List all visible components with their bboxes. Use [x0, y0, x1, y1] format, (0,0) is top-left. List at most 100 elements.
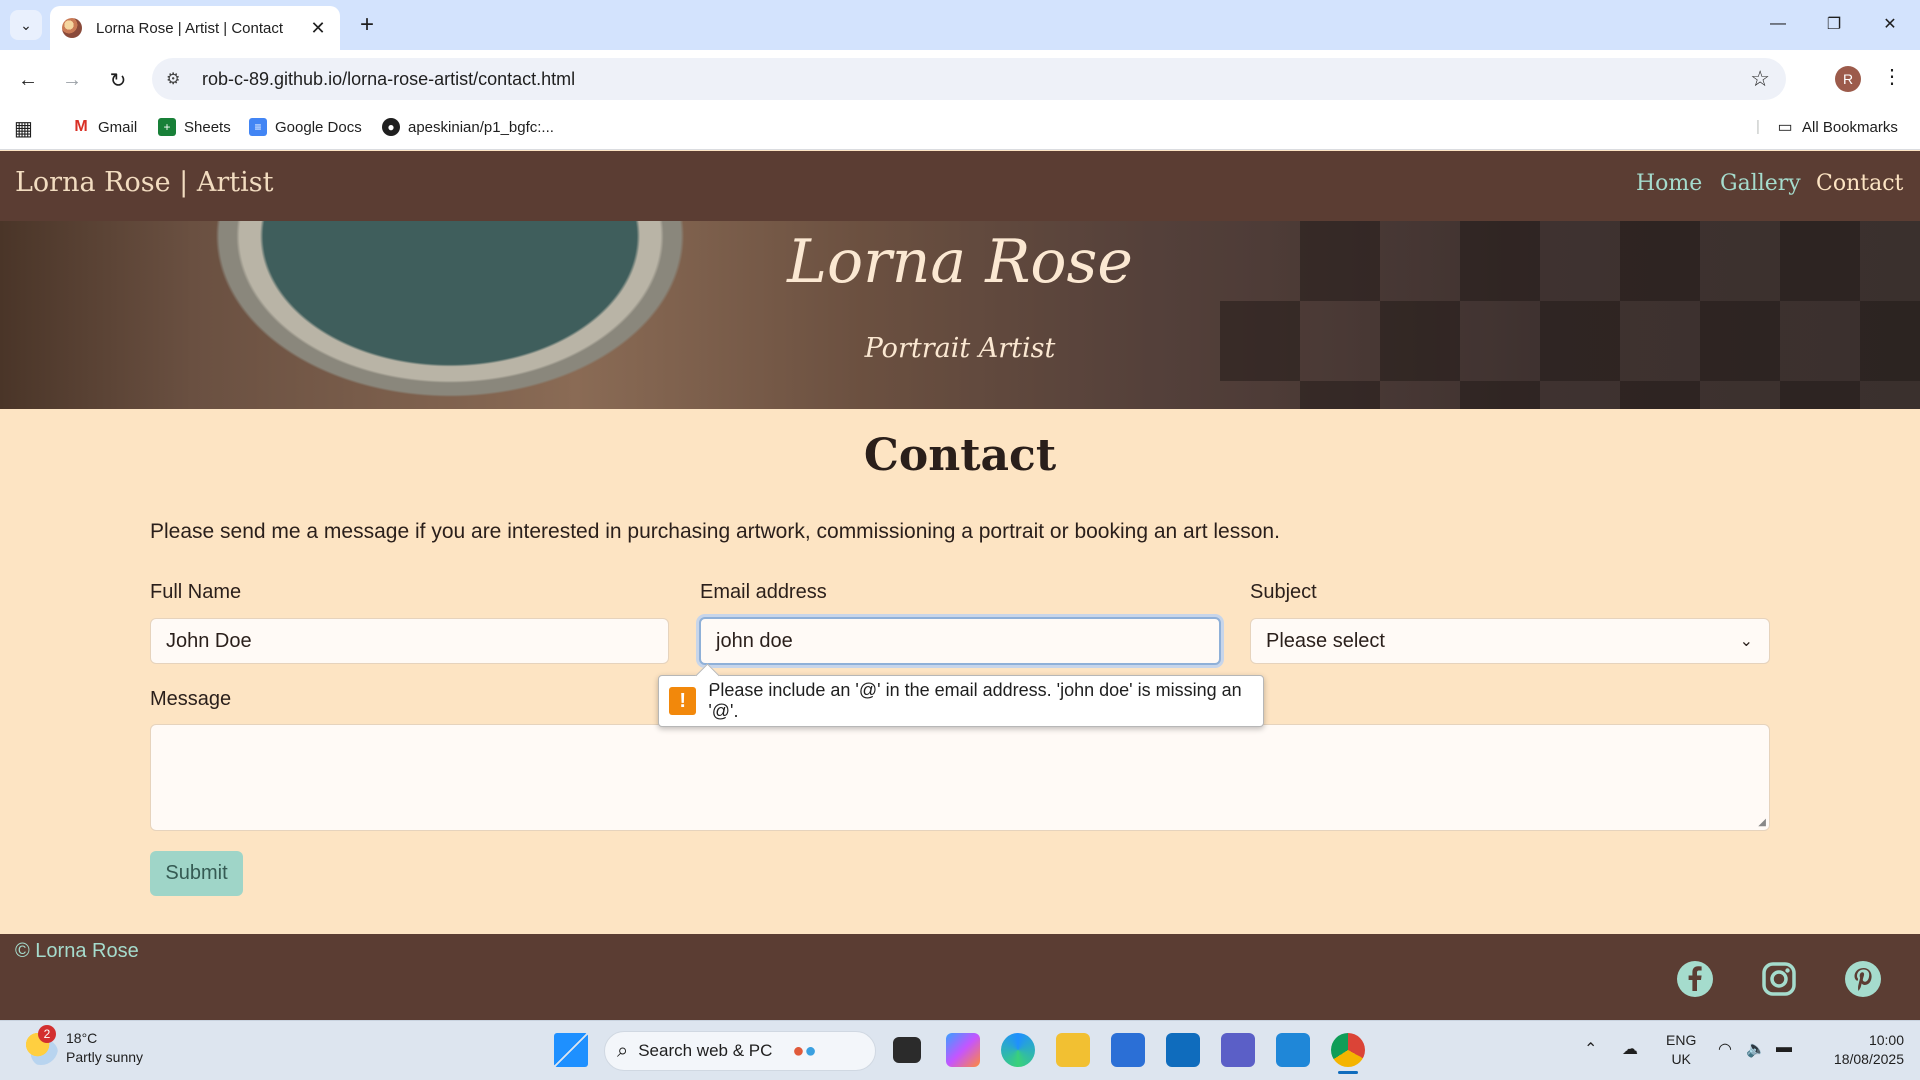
copyright-text: © Lorna Rose: [15, 940, 139, 962]
pinterest-icon[interactable]: [1843, 959, 1883, 999]
battery-icon[interactable]: ▬: [1776, 1039, 1792, 1057]
notification-badge: 2: [38, 1025, 56, 1043]
language-indicator[interactable]: ENG UK: [1666, 1031, 1696, 1069]
bookmark-label: Sheets: [184, 118, 231, 136]
site-info-icon[interactable]: ⚙: [166, 69, 192, 89]
bookmark-label: Gmail: [98, 118, 138, 136]
wifi-icon[interactable]: ◠: [1718, 1039, 1732, 1059]
nav-link-gallery[interactable]: Gallery: [1720, 171, 1801, 196]
edge-icon[interactable]: [1001, 1033, 1035, 1067]
folder-icon: ▭: [1777, 119, 1793, 136]
warning-icon: !: [669, 687, 697, 715]
search-icon: ⌕: [617, 1039, 629, 1062]
bookmarks-bar: ▦ M Gmail + Sheets ≡ Google Docs ● apesk…: [0, 110, 1920, 150]
chevron-down-icon: ⌄: [1739, 633, 1753, 650]
email-label: Email address: [700, 581, 827, 603]
close-window-icon[interactable]: ✕: [1870, 8, 1910, 40]
tab-search-button[interactable]: ⌄: [10, 10, 42, 40]
contact-intro-text: Please send me a message if you are inte…: [150, 520, 1280, 543]
hero-banner: Lorna Rose Portrait Artist: [0, 221, 1920, 409]
outlook-icon[interactable]: [1166, 1033, 1200, 1067]
sheets-icon: +: [158, 118, 176, 136]
active-app-indicator: [1338, 1071, 1358, 1074]
bookmark-label: Google Docs: [275, 118, 362, 136]
weather-description: Partly sunny: [66, 1049, 144, 1065]
back-arrow-icon[interactable]: ←: [12, 64, 44, 96]
validation-tooltip: ! Please include an '@' in the email add…: [658, 675, 1264, 727]
balloons-icon: ●: [804, 1039, 817, 1062]
site-brand-link[interactable]: Lorna Rose | Artist: [15, 167, 273, 198]
chrome-icon[interactable]: [1331, 1033, 1365, 1067]
message-label: Message: [150, 688, 232, 710]
temperature-text: 18°C: [66, 1030, 98, 1046]
bookmark-github[interactable]: ● apeskinian/p1_bgfc:...: [382, 118, 554, 136]
full-name-label: Full Name: [150, 581, 242, 603]
clock-time: 10:00: [1868, 1032, 1904, 1048]
keyboard-region: UK: [1671, 1051, 1691, 1067]
apps-grid-icon[interactable]: ▦: [14, 116, 33, 141]
palette-favicon-icon: [62, 18, 82, 38]
chevron-down-icon: ⌄: [20, 16, 32, 33]
copilot-icon[interactable]: [946, 1033, 980, 1067]
bookmarks-divider: |: [1756, 118, 1760, 135]
github-icon: ●: [382, 118, 400, 136]
taskbar-search[interactable]: ⌕ Search web & PC ● ●: [604, 1031, 876, 1071]
file-explorer-icon[interactable]: [1056, 1033, 1090, 1067]
browser-tab-strip: ⌄ Lorna Rose | Artist | Contact ✕ + — ❐ …: [0, 0, 1920, 50]
browser-menu-icon[interactable]: ⋮: [1882, 64, 1902, 89]
all-bookmarks-button[interactable]: ▭ All Bookmarks: [1776, 118, 1898, 137]
url-text[interactable]: rob-c-89.github.io/lorna-rose-artist/con…: [202, 69, 575, 90]
site-footer: © Lorna Rose: [0, 934, 1920, 1020]
site-navbar: Lorna Rose | Artist Home Gallery Contact: [0, 151, 1920, 221]
subject-label: Subject: [1250, 581, 1317, 603]
balloons-icon: ●: [792, 1039, 805, 1062]
microsoft-store-icon[interactable]: [1111, 1033, 1145, 1067]
address-bar[interactable]: ⚙ rob-c-89.github.io/lorna-rose-artist/c…: [152, 58, 1786, 100]
close-tab-icon[interactable]: ✕: [308, 18, 328, 39]
message-textarea[interactable]: ◢: [150, 724, 1770, 831]
reload-icon[interactable]: ↻: [102, 64, 134, 96]
page-title: Contact: [863, 430, 1057, 481]
email-input[interactable]: john doe: [699, 617, 1221, 665]
browser-tab-active[interactable]: Lorna Rose | Artist | Contact ✕: [50, 6, 340, 50]
subject-selected-value: Please select: [1266, 629, 1385, 652]
subject-select[interactable]: Please select ⌄: [1250, 618, 1770, 664]
nav-link-home[interactable]: Home: [1636, 171, 1702, 196]
teams-icon[interactable]: [1221, 1033, 1255, 1067]
bookmark-google-docs[interactable]: ≡ Google Docs: [249, 118, 362, 136]
hero-subtitle: Portrait Artist: [864, 333, 1056, 364]
onedrive-cloud-icon[interactable]: ☁: [1622, 1039, 1638, 1059]
restore-icon[interactable]: ❐: [1814, 8, 1854, 40]
instagram-icon[interactable]: [1759, 959, 1799, 999]
all-bookmarks-label: All Bookmarks: [1802, 118, 1898, 136]
nav-link-contact[interactable]: Contact: [1816, 171, 1903, 196]
bookmark-gmail[interactable]: M Gmail: [72, 118, 137, 136]
bookmark-star-icon[interactable]: ☆: [1750, 66, 1770, 92]
volume-icon[interactable]: 🔈: [1746, 1039, 1766, 1059]
docs-icon: ≡: [249, 118, 267, 136]
resize-handle-icon[interactable]: ◢: [1758, 817, 1766, 828]
submit-button[interactable]: Submit: [150, 851, 243, 896]
weather-widget[interactable]: 2 18°C Partly sunny: [24, 1025, 144, 1067]
hero-title: Lorna Rose: [787, 227, 1133, 297]
windows-taskbar: 2 18°C Partly sunny ⌕ Search web & PC ● ●…: [0, 1020, 1920, 1080]
task-view-icon[interactable]: [893, 1037, 921, 1063]
new-tab-button[interactable]: +: [352, 10, 382, 40]
bookmark-sheets[interactable]: + Sheets: [158, 118, 231, 136]
clock[interactable]: 10:00 18/08/2025: [1818, 1031, 1904, 1069]
forward-arrow-icon[interactable]: →: [56, 64, 88, 96]
language-code: ENG: [1666, 1032, 1697, 1048]
validation-message: Please include an '@' in the email addre…: [708, 680, 1242, 721]
gmail-icon: M: [74, 118, 88, 135]
bookmark-label: apeskinian/p1_bgfc:...: [408, 118, 554, 136]
search-placeholder: Search web & PC: [638, 1041, 773, 1060]
browser-toolbar: ← → ↻ ⚙ rob-c-89.github.io/lorna-rose-ar…: [0, 50, 1920, 110]
windows-start-icon[interactable]: [554, 1033, 588, 1067]
vscode-icon[interactable]: [1276, 1033, 1310, 1067]
minimize-icon[interactable]: —: [1758, 8, 1798, 40]
full-name-input[interactable]: John Doe: [150, 618, 669, 664]
profile-avatar[interactable]: R: [1835, 66, 1861, 92]
facebook-icon[interactable]: [1675, 959, 1715, 999]
chevron-up-icon[interactable]: ⌃: [1584, 1039, 1597, 1059]
clock-date: 18/08/2025: [1833, 1051, 1904, 1067]
